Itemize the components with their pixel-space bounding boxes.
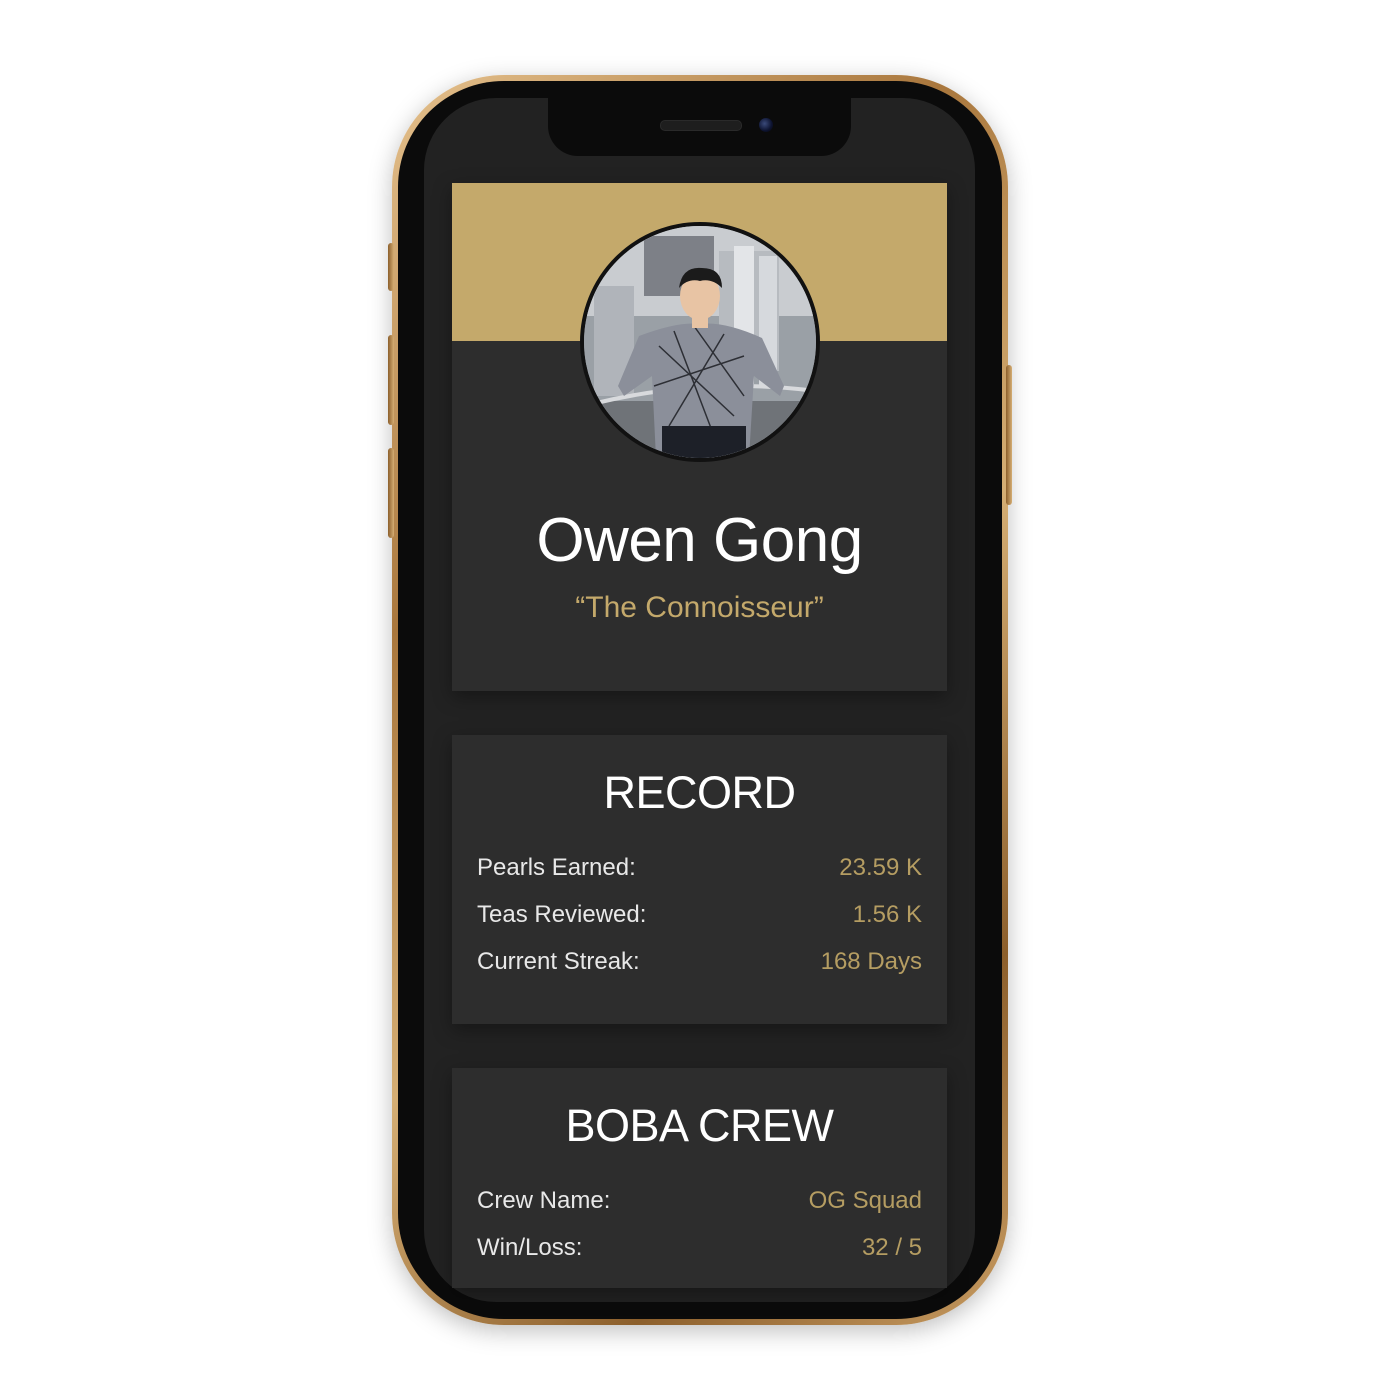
record-card: RECORD Pearls Earned: 23.59 K Teas Revie… — [452, 735, 947, 1024]
stat-value: 1.56 K — [852, 901, 922, 928]
front-camera-icon — [759, 118, 773, 132]
stat-value: 23.59 K — [839, 854, 922, 881]
crew-heading: BOBA CREW — [565, 1100, 834, 1151]
record-heading: RECORD — [603, 767, 796, 818]
stat-label: Win/Loss: — [477, 1234, 583, 1261]
stat-label: Pearls Earned: — [477, 854, 636, 881]
stat-label: Crew Name: — [477, 1187, 611, 1214]
stat-label: Teas Reviewed: — [477, 901, 647, 928]
mute-switch — [388, 243, 394, 291]
stat-row-pearls-earned: Pearls Earned: 23.59 K — [477, 854, 922, 888]
volume-up-button — [388, 335, 394, 425]
profile-card: Owen Gong “The Connoisseur” — [452, 183, 947, 691]
stat-row-teas-reviewed: Teas Reviewed: 1.56 K — [477, 901, 922, 935]
avatar[interactable] — [580, 222, 820, 462]
power-button — [1006, 365, 1012, 505]
profile-title: “The Connoisseur” — [575, 591, 824, 624]
stat-row-current-streak: Current Streak: 168 Days — [477, 948, 922, 982]
stat-row-win-loss: Win/Loss: 32 / 5 — [477, 1234, 922, 1268]
stat-label: Current Streak: — [477, 948, 640, 975]
speaker-grille — [660, 120, 742, 131]
stat-row-crew-name: Crew Name: OG Squad — [477, 1187, 922, 1221]
profile-name: Owen Gong — [536, 506, 863, 575]
avatar-photo — [584, 226, 816, 458]
volume-down-button — [388, 448, 394, 538]
mockup-stage: Owen Gong “The Connoisseur” RECORD Pearl… — [0, 0, 1400, 1400]
stat-value: 168 Days — [820, 948, 922, 975]
stat-value: OG Squad — [808, 1187, 922, 1214]
crew-card: BOBA CREW Crew Name: OG Squad Win/Loss: … — [452, 1068, 947, 1288]
stat-value: 32 / 5 — [861, 1234, 922, 1261]
